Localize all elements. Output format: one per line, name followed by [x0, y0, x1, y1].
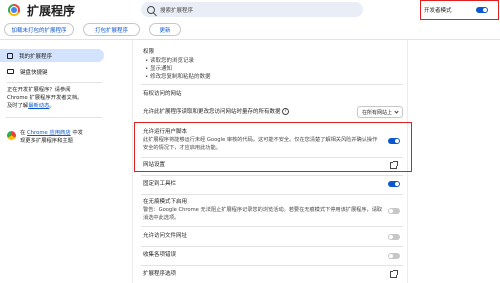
load-unpacked-button[interactable]: 加载未打包的扩展程序	[4, 23, 74, 36]
dev-mode-label: 开发者模式	[424, 8, 452, 14]
page-title: 扩展程序	[27, 4, 76, 18]
top-header: 扩展程序 搜索扩展程序 开发者模式	[0, 0, 500, 20]
pack-extension-button[interactable]: 打包扩展程序	[83, 23, 140, 36]
sidebar-item-my-extensions[interactable]: 我的扩展程序	[0, 49, 104, 62]
search-icon	[147, 5, 155, 14]
sidebar-item-label: 我的扩展程序	[19, 53, 53, 60]
site-access-select[interactable]: 在所有网站上	[357, 106, 403, 118]
help-icon[interactable]: ?	[282, 108, 289, 115]
keyboard-icon	[7, 69, 14, 74]
section-divider	[141, 194, 403, 195]
collect-errors-toggle[interactable]	[388, 253, 400, 259]
sidebar-divider	[6, 82, 102, 83]
incognito-desc-line2: 消选中此选项。	[143, 215, 180, 221]
web-store-link[interactable]: Chrome 应用商店	[27, 130, 71, 136]
action-toolbar: 加载未打包的扩展程序 打包扩展程序 更新	[0, 20, 500, 40]
user-scripts-highlight	[134, 122, 412, 172]
section-divider	[141, 246, 403, 247]
extension-options-label: 扩展程序选项	[143, 271, 177, 277]
sidebar-item-label: 键盘快捷键	[20, 69, 48, 76]
incognito-desc-line1: 警告：Google Chrome 无法阻止扩展程序记录您的浏览活动。若要在无痕模…	[143, 207, 383, 213]
dev-docs-info: 正在开发扩展程序？请参阅 Chrome 扩展程序开发者文档。 及时了解最新动态。	[7, 87, 83, 109]
sidebar-item-keyboard-shortcuts[interactable]: 键盘快捷键	[3, 65, 103, 78]
pin-toolbar-label: 固定到工具栏	[143, 181, 177, 187]
dev-mode-toggle[interactable]	[476, 7, 488, 13]
permission-item: • 读取您的浏览记录	[145, 58, 194, 64]
pin-toolbar-toggle[interactable]	[388, 181, 400, 187]
site-access-desc: 允许此扩展程序读取和更改您访问网站时量存的所有数据	[143, 109, 281, 115]
search-input[interactable]: 搜索扩展程序	[141, 2, 363, 17]
permission-item: • 修改您复制和粘贴的数据	[145, 74, 211, 80]
section-divider	[141, 175, 403, 176]
chevron-down-icon	[394, 109, 399, 114]
open-in-new-icon[interactable]	[390, 270, 398, 278]
site-access-heading: 有权访问的网站	[143, 91, 182, 97]
chrome-web-store-icon	[7, 131, 16, 140]
collect-errors-label: 收集各项错误	[143, 252, 177, 258]
search-placeholder: 搜索扩展程序	[160, 7, 194, 14]
section-divider	[141, 84, 403, 85]
incognito-title: 在无痕模式下启用	[143, 199, 188, 205]
sidebar-divider	[6, 117, 102, 118]
permissions-heading: 权限	[143, 49, 155, 55]
chrome-logo-icon	[8, 4, 20, 16]
file-urls-label: 允许访问文件网址	[143, 233, 188, 239]
web-store-info: 在 Chrome 应用商店 中发 现更多扩展程序和主题	[20, 130, 83, 144]
section-divider	[141, 265, 403, 266]
file-urls-toggle[interactable]	[388, 234, 400, 240]
section-divider	[141, 226, 403, 227]
puzzle-icon	[7, 52, 13, 59]
update-button[interactable]: 更新	[149, 23, 181, 36]
permission-item: • 显示通知	[145, 66, 172, 72]
incognito-toggle[interactable]	[388, 208, 400, 214]
latest-news-link[interactable]: 最新动态	[28, 103, 49, 109]
sidebar: 我的扩展程序 键盘快捷键 正在开发扩展程序？请参阅 Chrome 扩展程序开发者…	[0, 40, 108, 283]
